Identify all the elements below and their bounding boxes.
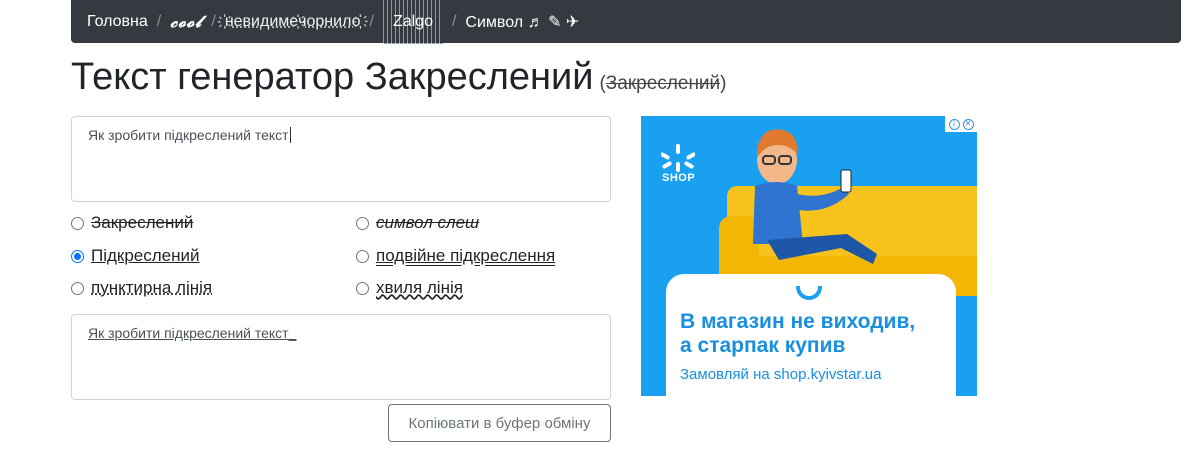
- option-slash-symbol[interactable]: символ слеш: [356, 213, 479, 233]
- info-icon[interactable]: i: [948, 118, 960, 130]
- option-double-underline[interactable]: подвійне підкреслення: [356, 246, 555, 266]
- nav-link-zalgo[interactable]: Zalgo: [382, 0, 443, 47]
- ad-message-card: В магазин не виходив, а старпак купив За…: [666, 274, 956, 396]
- close-icon[interactable]: ✕: [962, 118, 974, 130]
- option-underline[interactable]: Підкреслений: [71, 246, 200, 266]
- result-text-value: Як зробити підкреслений текст_: [88, 325, 297, 341]
- option-underline-label: Підкреслений: [91, 246, 200, 265]
- nav-link-home[interactable]: Головна: [87, 13, 148, 31]
- nav-link-zalgo-label: Zalgo: [392, 12, 433, 30]
- subtitle-paren-close: ): [720, 73, 727, 94]
- radio-underline[interactable]: [71, 249, 84, 263]
- radio-dotted-line[interactable]: [71, 281, 84, 295]
- advertisement-banner[interactable]: i ✕ SHOP В магазин не виходив, а старпак…: [641, 116, 977, 396]
- ad-headline-line2: а старпак купив: [680, 334, 846, 357]
- breadcrumb-separator: /: [369, 12, 374, 30]
- option-wave-line[interactable]: хвиля лінія: [356, 278, 463, 298]
- radio-strikethrough[interactable]: [71, 216, 84, 230]
- option-slash-symbol-label: символ слеш: [376, 213, 480, 232]
- page-title: Текст генератор Закреслений (Закреслений): [71, 56, 727, 99]
- option-strikethrough[interactable]: Закреслений: [71, 213, 193, 233]
- subtitle-strike-sample: Закреслений: [605, 73, 721, 94]
- person-illustration: [753, 129, 877, 264]
- radio-double-underline[interactable]: [356, 249, 369, 263]
- radio-wave-line[interactable]: [356, 281, 369, 295]
- result-text-output[interactable]: Як зробити підкреслений текст_: [71, 314, 611, 400]
- breadcrumb-navbar: Головна / 𝓬𝓸𝓸𝓵 / ҉невидиме҉чорнило҉ / Za…: [71, 0, 1181, 47]
- nav-link-cool[interactable]: 𝓬𝓸𝓸𝓵: [170, 12, 202, 32]
- option-dotted-line[interactable]: пунктирна лінія: [71, 278, 212, 298]
- ad-headline: В магазин не виходив, а старпак купив: [680, 310, 942, 358]
- kyivstar-star-logo-icon: [661, 144, 695, 172]
- adchoices-badge[interactable]: i ✕: [945, 116, 977, 132]
- source-text-input[interactable]: Як зробити підкреслений текст: [71, 116, 611, 202]
- page-title-text: Текст генератор Закреслений: [71, 56, 594, 98]
- source-text-value: Як зробити підкреслений текст: [88, 127, 289, 143]
- ad-brand-label: SHOP: [662, 172, 696, 184]
- page-subtitle: (Закреслений): [599, 73, 726, 94]
- ad-subline: Замовляй на shop.kyivstar.ua: [680, 366, 882, 383]
- breadcrumb-separator: /: [156, 12, 162, 30]
- ad-headline-line1: В магазин не виходив,: [680, 310, 916, 333]
- smile-icon: [796, 286, 822, 300]
- breadcrumb-separator: /: [451, 12, 457, 30]
- radio-slash-symbol[interactable]: [356, 216, 369, 230]
- nav-link-symbols[interactable]: Символ ♬ ✎ ✈: [465, 12, 579, 32]
- nav-link-invisible-ink[interactable]: ҉невидиме҉чорнило҉: [225, 13, 361, 31]
- option-dotted-line-label: пунктирна лінія: [91, 278, 213, 297]
- copy-to-clipboard-button[interactable]: Копіювати в буфер обміну: [388, 404, 611, 442]
- option-double-underline-label: подвійне підкреслення: [376, 246, 556, 265]
- option-wave-line-label: хвиля лінія: [376, 278, 463, 297]
- option-strikethrough-label: Закреслений: [91, 213, 194, 232]
- text-caret: [289, 127, 291, 143]
- breadcrumb-separator: /: [211, 12, 216, 30]
